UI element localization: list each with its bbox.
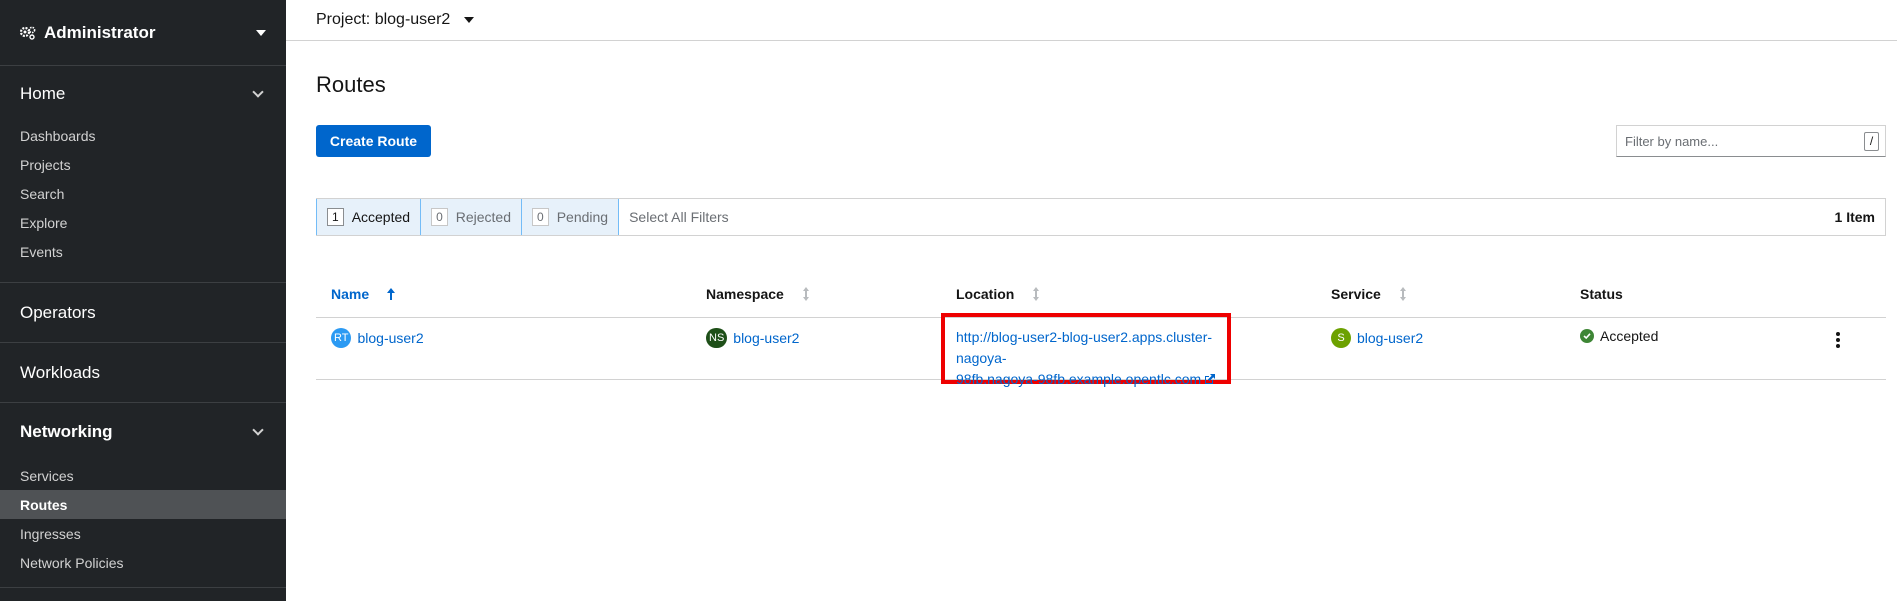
service-link[interactable]: blog-user2	[1357, 330, 1423, 346]
sidebar-item-routes[interactable]: Routes	[0, 490, 286, 519]
location-link[interactable]: http://blog-user2-blog-user2.apps.cluste…	[956, 327, 1226, 391]
nav-header-workloads[interactable]: Workloads	[0, 343, 286, 402]
chevron-down-icon	[252, 85, 264, 98]
column-label: Location	[956, 286, 1015, 302]
sort-up-icon	[387, 288, 396, 300]
sort-icon	[1032, 287, 1040, 301]
nav-header-label: Networking	[20, 422, 113, 441]
chip-label: Pending	[556, 209, 609, 225]
filter-by-name: /	[1616, 125, 1886, 157]
column-header-service[interactable]: Service	[1331, 270, 1407, 318]
nav-header-label: Workloads	[20, 362, 100, 382]
service-badge: S	[1331, 328, 1351, 348]
column-label: Namespace	[706, 286, 784, 302]
nav-section-networking: Networking Services Routes Ingresses Net…	[0, 403, 286, 588]
project-selector[interactable]: Project: blog-user2	[286, 0, 1897, 41]
kebab-icon[interactable]	[1835, 332, 1841, 348]
nav-section-operators: Operators	[0, 283, 286, 343]
column-label: Name	[331, 286, 370, 302]
chip-label: Rejected	[455, 209, 512, 225]
filter-input[interactable]	[1625, 133, 1864, 149]
table-header: Name Namespace Location Service Status	[316, 270, 1886, 318]
caret-down-icon	[256, 29, 266, 36]
sidebar-item-projects[interactable]: Projects	[0, 150, 286, 179]
main-content: Project: blog-user2 Routes Create Route …	[286, 0, 1897, 601]
chip-count: 0	[532, 208, 549, 226]
select-all-filters-link[interactable]: Select All Filters	[629, 209, 1834, 225]
sort-icon	[1399, 287, 1407, 301]
nav-header-home[interactable]: Home	[0, 66, 286, 121]
perspective-title: Administrator	[44, 22, 156, 42]
chip-count: 0	[431, 208, 448, 226]
nav-header-label: Home	[20, 83, 66, 103]
sidebar-item-services[interactable]: Services	[0, 461, 286, 490]
shortcut-hint: /	[1864, 131, 1879, 151]
column-header-namespace[interactable]: Namespace	[706, 270, 810, 318]
sidebar-item-events[interactable]: Events	[0, 237, 286, 266]
status-filter-bar: 1 Accepted 0 Rejected 0 Pending Select A…	[316, 198, 1886, 236]
nav-header-networking[interactable]: Networking	[0, 403, 286, 461]
namespace-badge: NS	[706, 328, 728, 348]
column-header-name[interactable]: Name	[331, 270, 396, 318]
check-circle-icon	[1580, 329, 1594, 343]
external-link-icon	[1204, 370, 1216, 391]
sidebar-item-ingresses[interactable]: Ingresses	[0, 519, 286, 548]
sidebar: Administrator Home Dashboards Projects S…	[0, 0, 286, 601]
route-name-cell: RT blog-user2	[331, 328, 424, 348]
create-route-button[interactable]: Create Route	[316, 125, 431, 157]
chevron-down-icon	[252, 424, 264, 436]
namespace-link[interactable]: blog-user2	[733, 330, 799, 346]
table-row: RT blog-user2 NS blog-user2 http://blog-…	[316, 313, 1886, 387]
location-line-1: http://blog-user2-blog-user2.apps.cluste…	[956, 329, 1213, 366]
service-cell: S blog-user2	[1331, 328, 1423, 348]
route-badge: RT	[331, 328, 352, 348]
nav-header-label: Operators	[20, 302, 96, 322]
nav-section-home: Home Dashboards Projects Search Explore …	[0, 66, 286, 283]
nav-section-workloads: Workloads	[0, 343, 286, 403]
location-line-2: 98fb.nagoya-98fb.example.opentlc.com	[956, 371, 1202, 387]
status-cell: Accepted	[1580, 328, 1658, 344]
gears-icon	[20, 25, 36, 41]
sidebar-item-explore[interactable]: Explore	[0, 208, 286, 237]
chip-count: 1	[327, 208, 344, 226]
column-label: Status	[1580, 286, 1623, 302]
caret-down-icon	[464, 17, 475, 23]
routes-table: Name Namespace Location Service Status R…	[316, 270, 1886, 387]
sidebar-item-dashboards[interactable]: Dashboards	[0, 121, 286, 150]
sidebar-item-network-policies[interactable]: Network Policies	[0, 548, 286, 577]
namespace-cell: NS blog-user2	[706, 328, 799, 348]
filter-chip-rejected[interactable]: 0 Rejected	[421, 199, 523, 235]
page-title: Routes	[316, 72, 386, 97]
column-header-status: Status	[1580, 270, 1623, 318]
perspective-switcher[interactable]: Administrator	[0, 0, 286, 66]
nav-header-operators[interactable]: Operators	[0, 283, 286, 342]
route-name-link[interactable]: blog-user2	[357, 330, 423, 346]
status-text: Accepted	[1600, 328, 1659, 344]
project-label: Project: blog-user2	[316, 11, 451, 28]
column-label: Service	[1331, 286, 1381, 302]
item-count: 1 Item	[1834, 209, 1875, 225]
sort-icon	[802, 287, 810, 301]
column-header-location[interactable]: Location	[956, 270, 1040, 318]
sidebar-item-search[interactable]: Search	[0, 179, 286, 208]
chip-label: Accepted	[351, 209, 411, 225]
filter-chip-accepted[interactable]: 1 Accepted	[316, 199, 422, 235]
filter-chip-pending[interactable]: 0 Pending	[522, 199, 620, 235]
